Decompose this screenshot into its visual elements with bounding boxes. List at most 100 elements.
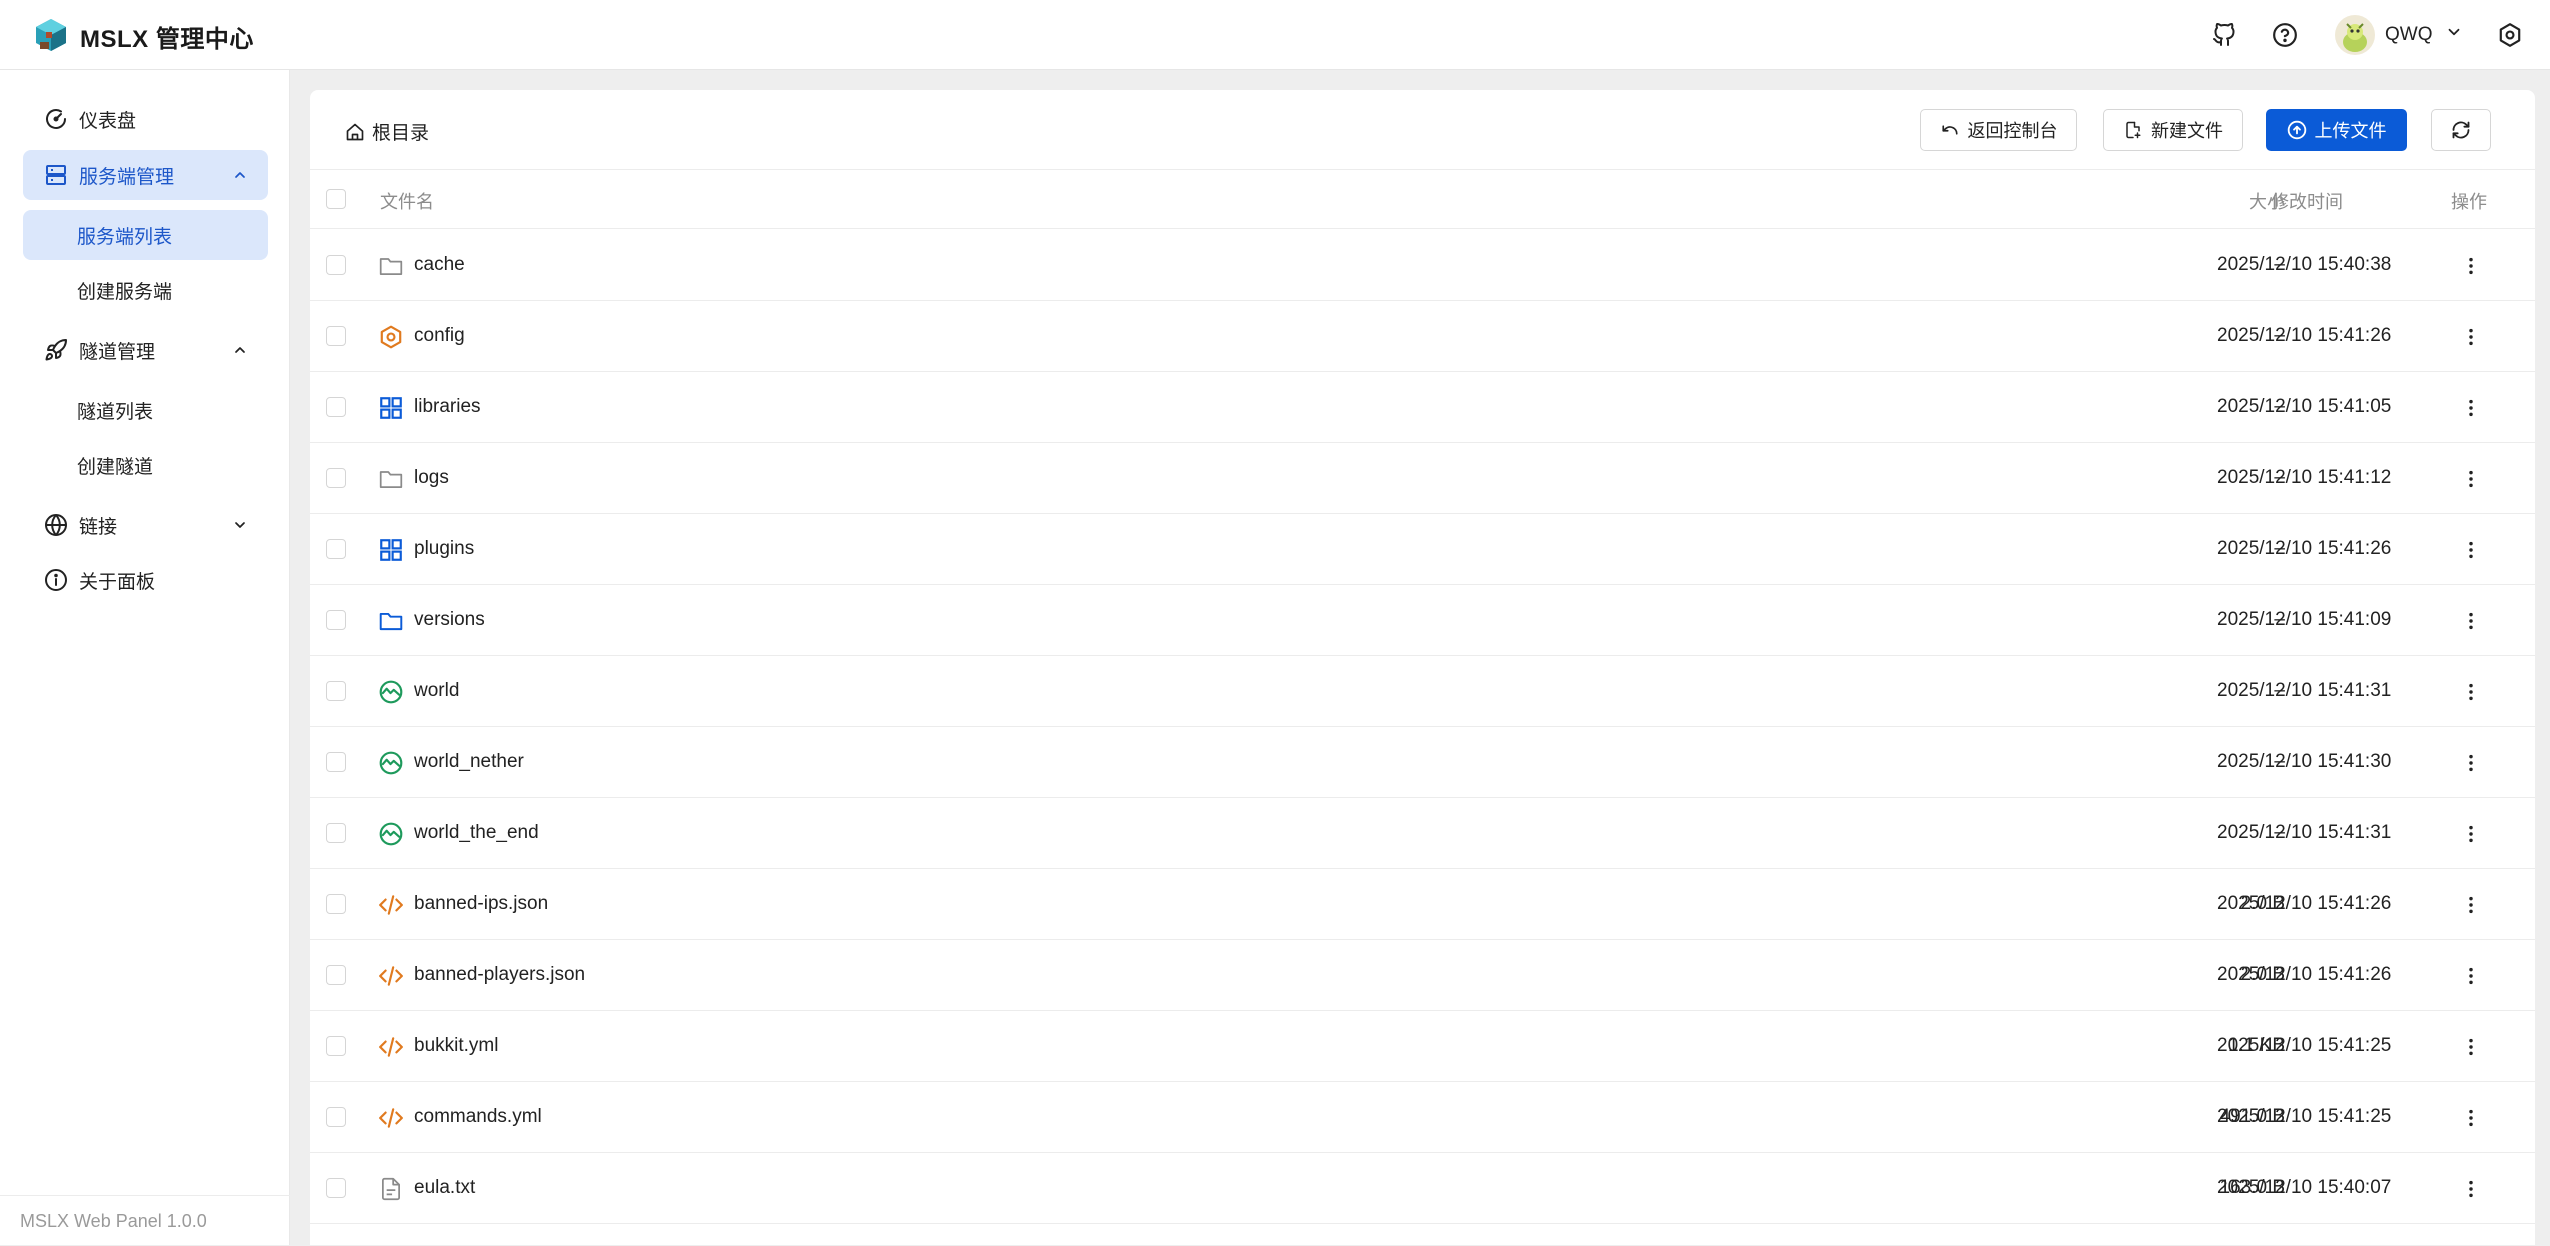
- help-icon[interactable]: [2270, 20, 2300, 50]
- sidebar-item-label: 仪表盘: [79, 110, 137, 132]
- table-row[interactable]: cache –2025/12/10 15:40:38: [310, 230, 2535, 301]
- sidebar-item-server-management[interactable]: 服务端管理: [23, 150, 268, 200]
- table-row[interactable]: world_the_end –2025/12/10 15:41:31: [310, 798, 2535, 869]
- table-row[interactable]: banned-ips.json 2.0 B 2025/12/10 15:41:26: [310, 869, 2535, 940]
- more-vertical-icon[interactable]: [2457, 1033, 2485, 1061]
- more-vertical-icon[interactable]: [2457, 536, 2485, 564]
- file-manager-card: 根目录 返回控制台 新建文件 上传文件 文件名 大小 修改时间 操作 cache…: [310, 90, 2535, 1245]
- sidebar-item-label: 服务端列表: [77, 226, 173, 248]
- table-row[interactable]: logs –2025/12/10 15:41:12: [310, 443, 2535, 514]
- row-checkbox[interactable]: [326, 1107, 346, 1127]
- more-vertical-icon[interactable]: [2457, 607, 2485, 635]
- sidebar-item-tunnel-management[interactable]: 隧道管理: [23, 325, 268, 375]
- more-vertical-icon[interactable]: [2457, 749, 2485, 777]
- row-checkbox[interactable]: [326, 326, 346, 346]
- row-checkbox[interactable]: [326, 823, 346, 843]
- table-row[interactable]: libraries –2025/12/10 15:41:05: [310, 372, 2535, 443]
- file-modified-time: 2025/12/10 15:41:05: [2217, 396, 2392, 417]
- table-row[interactable]: commands.yml 491.0 B 2025/12/10 15:41:25: [310, 1082, 2535, 1153]
- column-header-name[interactable]: 文件名: [380, 188, 434, 214]
- more-vertical-icon[interactable]: [2457, 465, 2485, 493]
- version-label: MSLX Web Panel 1.0.0: [0, 1195, 290, 1245]
- plugins-folder-icon: [378, 537, 404, 563]
- upload-icon: [2287, 120, 2307, 140]
- file-name[interactable]: cache: [414, 254, 465, 276]
- sidebar-item-label: 创建隧道: [77, 456, 154, 478]
- row-checkbox[interactable]: [326, 681, 346, 701]
- file-name[interactable]: eula.txt: [414, 1177, 475, 1199]
- file-name[interactable]: bukkit.yml: [414, 1035, 498, 1057]
- row-checkbox[interactable]: [326, 1036, 346, 1056]
- table-row[interactable]: world_nether –2025/12/10 15:41:30: [310, 727, 2535, 798]
- more-vertical-icon[interactable]: [2457, 678, 2485, 706]
- row-checkbox[interactable]: [326, 965, 346, 985]
- file-modified-time: 2025/12/10 15:41:25: [2217, 1035, 2392, 1056]
- new-file-button[interactable]: 新建文件: [2103, 109, 2243, 151]
- row-checkbox[interactable]: [326, 610, 346, 630]
- column-header-modified[interactable]: 修改时间: [2271, 188, 2343, 214]
- chevron-up-icon: [230, 340, 250, 360]
- more-vertical-icon[interactable]: [2457, 252, 2485, 280]
- file-name[interactable]: logs: [414, 467, 449, 489]
- back-to-console-button[interactable]: 返回控制台: [1920, 109, 2077, 151]
- file-modified-time: 2025/12/10 15:41:31: [2217, 822, 2392, 843]
- table-row[interactable]: config –2025/12/10 15:41:26: [310, 301, 2535, 372]
- libraries-folder-icon: [378, 395, 404, 421]
- table-row[interactable]: eula.txt 163.0 B 2025/12/10 15:40:07: [310, 1153, 2535, 1224]
- user-menu[interactable]: QWQ: [2335, 14, 2463, 56]
- more-vertical-icon[interactable]: [2457, 1175, 2485, 1203]
- sidebar-item-about[interactable]: 关于面板: [23, 555, 268, 605]
- sidebar-item-server-list[interactable]: 服务端列表: [23, 210, 268, 260]
- file-name[interactable]: config: [414, 325, 465, 347]
- sidebar-item-links[interactable]: 链接: [23, 500, 268, 550]
- more-vertical-icon[interactable]: [2457, 1104, 2485, 1132]
- sidebar-item-create-server[interactable]: 创建服务端: [23, 265, 268, 315]
- row-checkbox[interactable]: [326, 255, 346, 275]
- file-name[interactable]: versions: [414, 609, 485, 631]
- file-name[interactable]: libraries: [414, 396, 481, 418]
- avatar: [2335, 15, 2375, 55]
- row-checkbox[interactable]: [326, 539, 346, 559]
- table-row[interactable]: plugins –2025/12/10 15:41:26: [310, 514, 2535, 585]
- more-vertical-icon[interactable]: [2457, 394, 2485, 422]
- table-row[interactable]: banned-players.json 2.0 B 2025/12/10 15:41…: [310, 940, 2535, 1011]
- sidebar-item-tunnel-list[interactable]: 隧道列表: [23, 385, 268, 435]
- sidebar-item-dashboard[interactable]: 仪表盘: [23, 94, 268, 144]
- refresh-button[interactable]: [2431, 109, 2491, 151]
- user-name: QWQ: [2385, 24, 2433, 45]
- sidebar-item-label: 服务端管理: [79, 166, 175, 188]
- file-name[interactable]: plugins: [414, 538, 474, 560]
- file-name[interactable]: world: [414, 680, 459, 702]
- file-modified-time: 2025/12/10 15:41:09: [2217, 609, 2392, 630]
- chevron-down-icon: [230, 515, 250, 535]
- breadcrumb[interactable]: 根目录: [344, 118, 429, 145]
- refresh-icon: [2451, 120, 2471, 140]
- github-icon[interactable]: [2209, 20, 2239, 50]
- row-checkbox[interactable]: [326, 752, 346, 772]
- select-all-checkbox[interactable]: [326, 189, 346, 209]
- sidebar-item-create-tunnel[interactable]: 创建隧道: [23, 440, 268, 490]
- table-row[interactable]: versions –2025/12/10 15:41:09: [310, 585, 2535, 656]
- row-checkbox[interactable]: [326, 894, 346, 914]
- folder-icon: [378, 466, 404, 492]
- file-name[interactable]: world_nether: [414, 751, 524, 773]
- breadcrumb-label: 根目录: [372, 123, 430, 144]
- file-name[interactable]: commands.yml: [414, 1106, 542, 1128]
- table-row[interactable]: world –2025/12/10 15:41:31: [310, 656, 2535, 727]
- row-checkbox[interactable]: [326, 468, 346, 488]
- home-icon: [344, 121, 366, 143]
- file-name[interactable]: world_the_end: [414, 822, 539, 844]
- sidebar-item-label: 隧道列表: [77, 401, 154, 423]
- file-name[interactable]: banned-players.json: [414, 964, 585, 986]
- more-vertical-icon[interactable]: [2457, 323, 2485, 351]
- settings-icon[interactable]: [2495, 20, 2525, 50]
- file-name[interactable]: banned-ips.json: [414, 893, 548, 915]
- more-vertical-icon[interactable]: [2457, 891, 2485, 919]
- more-vertical-icon[interactable]: [2457, 820, 2485, 848]
- text-file-icon: [378, 1176, 404, 1202]
- row-checkbox[interactable]: [326, 1178, 346, 1198]
- upload-file-button[interactable]: 上传文件: [2266, 109, 2407, 151]
- table-row[interactable]: bukkit.yml 1.1 KB 2025/12/10 15:41:25: [310, 1011, 2535, 1082]
- more-vertical-icon[interactable]: [2457, 962, 2485, 990]
- row-checkbox[interactable]: [326, 397, 346, 417]
